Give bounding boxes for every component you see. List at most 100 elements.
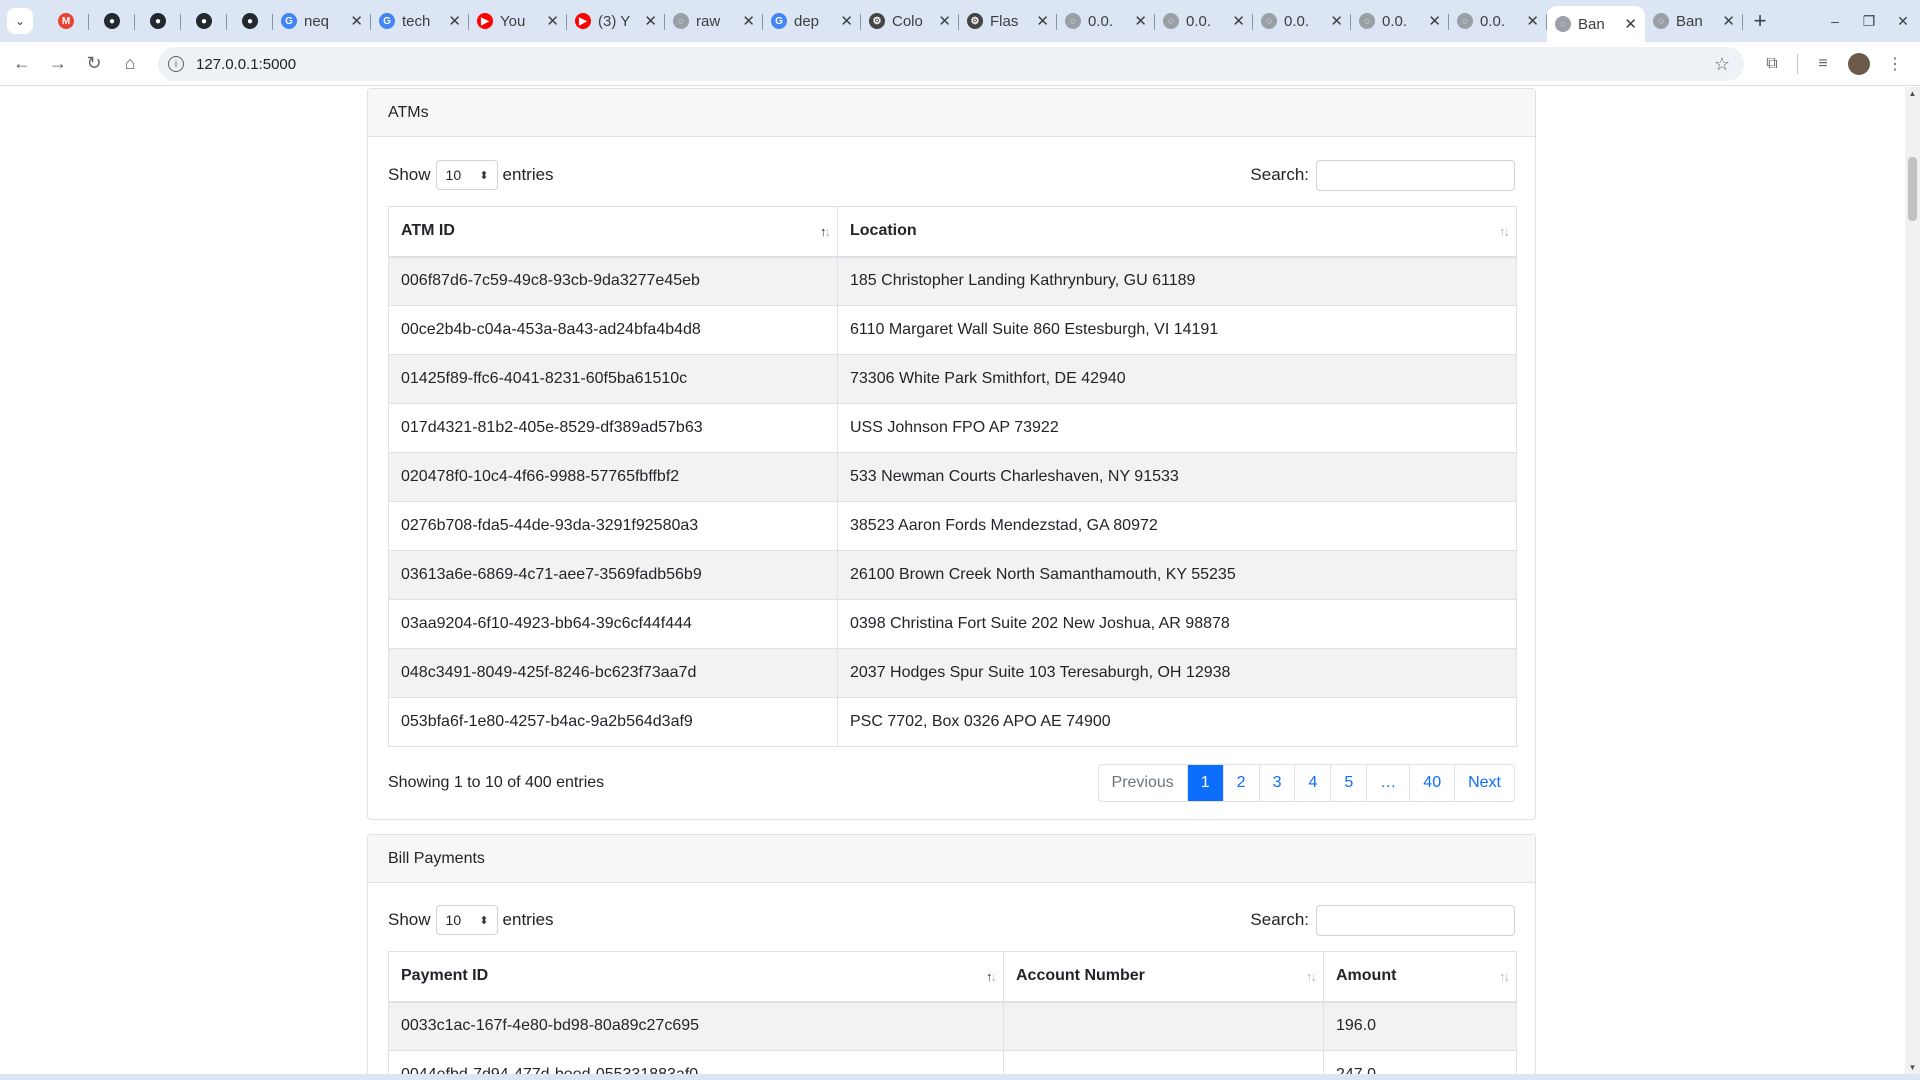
tab[interactable]: ▶ You ✕ xyxy=(469,5,567,37)
tab[interactable]: ◌ 0.0. ✕ xyxy=(1253,5,1351,37)
home-icon[interactable]: ⌂ xyxy=(112,53,148,74)
forward-icon[interactable]: → xyxy=(40,53,76,74)
atms-search-input[interactable] xyxy=(1316,159,1515,191)
column-header-atm-id[interactable]: ATM ID ↑↓ xyxy=(388,206,838,258)
site-info-icon[interactable]: i xyxy=(168,56,184,72)
address-bar[interactable]: i 127.0.0.1:5000 ☆ xyxy=(158,47,1744,81)
close-window-icon[interactable]: ✕ xyxy=(1886,13,1920,30)
tab[interactable]: ⚙ Flas ✕ xyxy=(959,5,1057,37)
back-icon[interactable]: ← xyxy=(4,53,40,74)
reload-icon[interactable]: ↻ xyxy=(76,53,112,74)
bills-entries-select[interactable]: 10 xyxy=(435,905,498,935)
globe-icon: ◌ xyxy=(1065,13,1081,29)
tab[interactable]: ● xyxy=(89,5,135,37)
column-label: Payment ID xyxy=(401,967,489,985)
tab[interactable]: Gneq ✕ xyxy=(273,5,371,37)
close-tab-icon[interactable]: ✕ xyxy=(1428,12,1441,30)
scroll-down-icon[interactable]: ▼ xyxy=(1905,1063,1920,1072)
previous-page-button[interactable]: Previous xyxy=(1099,765,1187,801)
close-tab-icon[interactable]: ✕ xyxy=(1232,12,1245,30)
extensions-icon[interactable]: ⧉ xyxy=(1761,55,1783,73)
tab[interactable]: ◌ raw ✕ xyxy=(665,5,763,37)
table-cell: PSC 7702, Box 0326 APO AE 74900 xyxy=(837,697,1517,747)
close-tab-icon[interactable]: ✕ xyxy=(350,12,363,30)
close-tab-icon[interactable]: ✕ xyxy=(1036,12,1049,30)
page-ellipsis: … xyxy=(1366,765,1409,801)
github-icon: ● xyxy=(196,13,212,29)
table-row: 01425f89-ffc6-4041-8231-60f5ba61510c 7330… xyxy=(388,354,1517,404)
column-header-amount[interactable]: Amount ↑↓ xyxy=(1323,951,1517,1003)
google-icon: G xyxy=(281,13,297,29)
atms-length-control: Show 10 entries xyxy=(388,160,554,190)
page-button-1[interactable]: 1 xyxy=(1186,765,1223,801)
atms-entries-select[interactable]: 10 xyxy=(435,160,498,190)
page-button-40[interactable]: 40 xyxy=(1409,765,1454,801)
entries-select-value: 10 xyxy=(445,912,462,928)
tab-title: 0.0. xyxy=(1088,12,1114,30)
tab[interactable]: ● xyxy=(227,5,273,37)
tab-title: tech xyxy=(402,12,431,30)
bills-search-input[interactable] xyxy=(1316,904,1515,936)
tab-active[interactable]: ◌ Ban ✕ xyxy=(1547,6,1645,42)
tab[interactable]: ◌ 0.0. ✕ xyxy=(1351,5,1449,37)
column-header-payment-id[interactable]: Payment ID ↑↓ xyxy=(388,951,1004,1003)
close-tab-icon[interactable]: ✕ xyxy=(1624,15,1637,33)
globe-icon: ◌ xyxy=(1555,16,1571,32)
scroll-up-icon[interactable]: ▲ xyxy=(1905,89,1920,98)
tab-title: Colo xyxy=(892,12,923,30)
close-tab-icon[interactable]: ✕ xyxy=(1134,12,1147,30)
column-header-location[interactable]: Location ↑↓ xyxy=(837,206,1517,258)
tab[interactable]: M xyxy=(43,5,89,37)
globe-icon: ◌ xyxy=(1457,13,1473,29)
profile-avatar[interactable] xyxy=(1848,53,1870,75)
table-cell: 0276b708-fda5-44de-93da-3291f92580a3 xyxy=(388,501,838,551)
close-tab-icon[interactable]: ✕ xyxy=(938,12,951,30)
page-button-3[interactable]: 3 xyxy=(1258,765,1295,801)
tab[interactable]: ⚙ Colo ✕ xyxy=(861,5,959,37)
atms-card: ATMs Show 10 entries Search: ATM ID xyxy=(367,88,1536,820)
table-row: 048c3491-8049-425f-8246-bc623f73aa7d 2037… xyxy=(388,648,1517,698)
chevron-down-icon: ⌄ xyxy=(14,14,26,28)
close-tab-icon[interactable]: ✕ xyxy=(448,12,461,30)
next-page-button[interactable]: Next xyxy=(1454,765,1514,801)
table-cell: 533 Newman Courts Charleshaven, NY 91533 xyxy=(837,452,1517,502)
tab[interactable]: ● xyxy=(135,5,181,37)
page-button-4[interactable]: 4 xyxy=(1294,765,1330,801)
url-text[interactable]: 127.0.0.1:5000 xyxy=(196,56,296,73)
close-tab-icon[interactable]: ✕ xyxy=(1330,12,1343,30)
tab[interactable]: ◌ 0.0. ✕ xyxy=(1057,5,1155,37)
tab[interactable]: ▶ (3) Y ✕ xyxy=(567,5,665,37)
tab-title: Ban xyxy=(1676,12,1703,30)
tab[interactable]: Gtech ✕ xyxy=(371,5,469,37)
close-tab-icon[interactable]: ✕ xyxy=(840,12,853,30)
browser-toolbar: ← → ↻ ⌂ i 127.0.0.1:5000 ☆ ⧉ ≡ ⋮ xyxy=(0,42,1920,86)
tab[interactable]: ◌ Ban ✕ xyxy=(1645,5,1743,37)
close-tab-icon[interactable]: ✕ xyxy=(742,12,755,30)
new-tab-button[interactable]: + xyxy=(1747,8,1773,34)
table-cell: 01425f89-ffc6-4041-8231-60f5ba61510c xyxy=(388,354,838,404)
tab[interactable]: ◌ 0.0. ✕ xyxy=(1449,5,1547,37)
tab[interactable]: ◌ 0.0. ✕ xyxy=(1155,5,1253,37)
page-button-2[interactable]: 2 xyxy=(1222,765,1259,801)
close-tab-icon[interactable]: ✕ xyxy=(546,12,559,30)
table-cell: 196.0 xyxy=(1323,1001,1517,1051)
menu-kebab-icon[interactable]: ⋮ xyxy=(1884,54,1906,74)
tab-title: Ban xyxy=(1578,15,1605,33)
tab[interactable]: ● xyxy=(181,5,227,37)
column-header-account-number[interactable]: Account Number ↑↓ xyxy=(1003,951,1324,1003)
bookmark-star-icon[interactable]: ☆ xyxy=(1714,54,1730,75)
close-tab-icon[interactable]: ✕ xyxy=(1722,12,1735,30)
page-scrollbar[interactable]: ▲ ▼ xyxy=(1905,87,1920,1074)
media-control-icon[interactable]: ≡ xyxy=(1812,55,1834,73)
minimize-icon[interactable]: – xyxy=(1818,13,1852,29)
tab-search-button[interactable]: ⌄ xyxy=(7,8,33,34)
entries-select-value: 10 xyxy=(445,167,462,183)
tab[interactable]: Gdep ✕ xyxy=(763,5,861,37)
close-tab-icon[interactable]: ✕ xyxy=(1526,12,1539,30)
table-row: 0033c1ac-167f-4e80-bd98-80a89c27c695 196.… xyxy=(388,1001,1517,1051)
close-tab-icon[interactable]: ✕ xyxy=(644,12,657,30)
scrollbar-thumb[interactable] xyxy=(1908,157,1917,221)
restore-icon[interactable]: ❐ xyxy=(1852,13,1886,30)
google-icon: G xyxy=(379,13,395,29)
page-button-5[interactable]: 5 xyxy=(1330,765,1366,801)
